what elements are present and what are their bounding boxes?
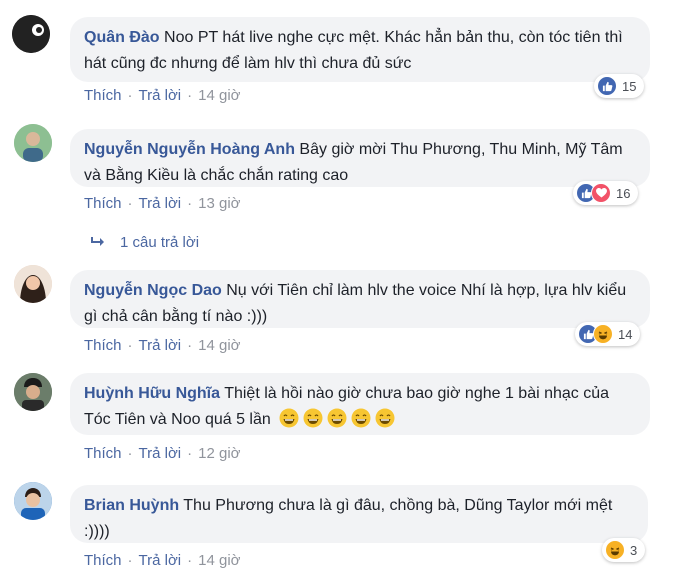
timestamp[interactable]: 13 giờ [198, 195, 240, 212]
commenter-name[interactable]: Brian Huỳnh [84, 497, 179, 514]
timestamp[interactable]: 12 giờ [198, 445, 240, 462]
comment-bubble: Huỳnh Hữu Nghĩa Thiệt là hồi nào giờ chư… [70, 373, 650, 435]
commenter-name[interactable]: Huỳnh Hữu Nghĩa [84, 385, 220, 402]
timestamp[interactable]: 14 giờ [198, 337, 240, 354]
like-link[interactable]: Thích [84, 195, 122, 212]
avatar[interactable] [14, 124, 52, 162]
reaction-summary[interactable]: 3 [602, 538, 646, 562]
emoji-row [275, 408, 395, 428]
timestamp[interactable]: 14 giờ [198, 87, 240, 104]
avatar[interactable] [14, 373, 52, 411]
like-link[interactable]: Thích [84, 87, 122, 104]
comment-actions: Thích · Trả lời · 12 giờ [84, 445, 241, 462]
view-replies-link[interactable]: 1 câu trả lời [90, 234, 199, 251]
reaction-summary[interactable]: 16 [573, 181, 639, 205]
like-link[interactable]: Thích [84, 552, 122, 569]
comment-bubble: Quân Đào Noo PT hát live nghe cực mệt. K… [70, 17, 650, 82]
comment-bubble: Nguyễn Ngọc Dao Nụ với Tiên chỉ làm hlv … [70, 270, 650, 328]
love-reaction-icon [591, 183, 611, 203]
comment-bubble: Brian Huỳnh Thu Phương chưa là gì đâu, c… [70, 485, 648, 543]
avatar[interactable] [14, 482, 52, 520]
commenter-name[interactable]: Nguyễn Nguyễn Hoàng Anh [84, 141, 295, 158]
grinning-emoji-icon [279, 408, 299, 428]
grinning-emoji-icon [375, 408, 395, 428]
comment-text: Noo PT hát live nghe cực mệt. Khác hẳn b… [84, 29, 623, 72]
reply-link[interactable]: Trả lời [139, 195, 182, 212]
grinning-emoji-icon [303, 408, 323, 428]
comment-actions: Thích · Trả lời · 14 giờ [84, 337, 241, 354]
comment-bubble: Nguyễn Nguyễn Hoàng Anh Bây giờ mời Thu … [70, 129, 650, 187]
comment-actions: Thích · Trả lời · 14 giờ [84, 87, 241, 104]
timestamp[interactable]: 14 giờ [198, 552, 240, 569]
commenter-name[interactable]: Quân Đào [84, 29, 160, 46]
reaction-count: 3 [630, 542, 638, 558]
replies-count-label: 1 câu trả lời [120, 234, 200, 251]
comment-actions: Thích · Trả lời · 14 giờ [84, 552, 241, 569]
reaction-count: 15 [622, 78, 637, 94]
haha-reaction-icon [605, 540, 625, 560]
like-link[interactable]: Thích [84, 337, 122, 354]
reaction-count: 16 [616, 185, 631, 201]
grinning-emoji-icon [327, 408, 347, 428]
like-reaction-icon [597, 76, 617, 96]
reaction-summary[interactable]: 14 [575, 322, 641, 346]
haha-reaction-icon [593, 324, 613, 344]
reply-arrow-icon [91, 237, 104, 246]
reply-link[interactable]: Trả lời [139, 87, 182, 104]
reply-link[interactable]: Trả lời [139, 337, 182, 354]
like-link[interactable]: Thích [84, 445, 122, 462]
reply-link[interactable]: Trả lời [139, 445, 182, 462]
reaction-summary[interactable]: 15 [594, 74, 645, 98]
grinning-emoji-icon [351, 408, 371, 428]
avatar[interactable] [14, 265, 52, 303]
commenter-name[interactable]: Nguyễn Ngọc Dao [84, 282, 222, 299]
comment-actions: Thích · Trả lời · 13 giờ [84, 195, 241, 212]
reply-link[interactable]: Trả lời [139, 552, 182, 569]
reaction-count: 14 [618, 326, 633, 342]
avatar[interactable] [12, 15, 50, 53]
